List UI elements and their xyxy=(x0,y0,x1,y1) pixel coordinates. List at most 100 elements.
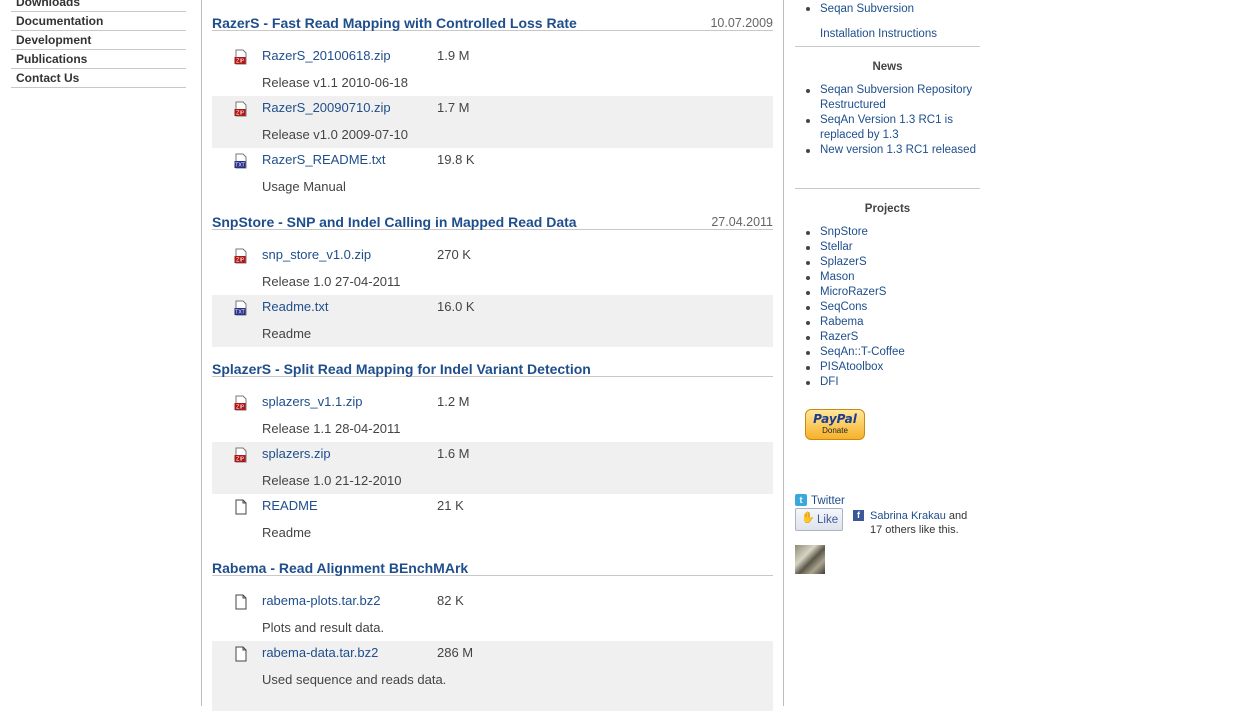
project-link[interactable]: DFI xyxy=(820,376,839,388)
thumbs-up-icon: ✋ xyxy=(801,512,815,524)
file-size: 1.7 M xyxy=(437,100,470,115)
left-navigation: Downloads Documentation Development Publ… xyxy=(11,0,186,88)
install-links: Installation Instructions xyxy=(795,26,980,42)
file-size: 270 K xyxy=(437,247,471,262)
txt-icon: TXT xyxy=(234,300,247,316)
file-download-link[interactable]: README xyxy=(262,498,318,513)
file-download-link[interactable]: rabema-plots.tar.bz2 xyxy=(262,593,381,608)
project-link[interactable]: PISAtoolbox xyxy=(820,361,883,373)
project-link[interactable]: SnpStore xyxy=(820,226,868,238)
content-left-border xyxy=(201,0,202,706)
file-row: README 21 K Readme xyxy=(212,494,773,546)
file-description: Readme xyxy=(262,525,312,540)
twitter-link[interactable]: Twitter xyxy=(811,494,845,508)
project-link[interactable]: SeqAn::T-Coffee xyxy=(820,346,905,358)
link[interactable]: Installation Instructions xyxy=(820,28,937,40)
project-link[interactable]: Mason xyxy=(820,271,855,283)
svg-text:ZIP: ZIP xyxy=(236,59,244,65)
file-icon xyxy=(235,499,247,515)
twitter-icon: t xyxy=(795,494,807,506)
file-description: Release 1.1 28-04-2011 xyxy=(262,421,401,436)
nav-publications[interactable]: Publications xyxy=(11,50,186,69)
donate-label: Donate xyxy=(822,426,848,435)
facebook-like-button[interactable]: ✋ Like xyxy=(795,508,843,531)
file-download-link[interactable]: RazerS_20100618.zip xyxy=(262,48,391,63)
facebook-like-text: Sabrina Krakau and 17 others like this. xyxy=(870,509,980,537)
section-header: SnpStore - SNP and Indel Calling in Mapp… xyxy=(212,209,773,230)
file-description: Readme xyxy=(262,326,312,341)
content-right-border xyxy=(783,0,784,706)
news-item: SeqAn Version 1.3 RC1 is replaced by 1.3 xyxy=(795,113,980,143)
zip-icon: ZIP xyxy=(234,447,247,463)
file-download-link[interactable]: RazerS_20090710.zip xyxy=(262,100,391,115)
file-row: ZIP RazerS_20100618.zip 1.9 M Release v1… xyxy=(212,44,773,96)
project-item: Stellar xyxy=(795,240,980,255)
project-link[interactable]: SeqCons xyxy=(820,301,867,313)
facebook-friend-link[interactable]: Sabrina Krakau xyxy=(870,510,946,522)
nav-downloads[interactable]: Downloads xyxy=(11,0,186,12)
project-link[interactable]: MicroRazerS xyxy=(820,286,886,298)
file-description: Used sequence and reads data. xyxy=(262,672,447,687)
project-link[interactable]: Rabema xyxy=(820,316,863,328)
news-item: New version 1.3 RC1 released xyxy=(795,143,980,158)
section-date: 10.07.2009 xyxy=(710,16,773,30)
section-title: SplazerS - Split Read Mapping for Indel … xyxy=(212,361,591,377)
section-title: RazerS - Fast Read Mapping with Controll… xyxy=(212,15,577,31)
file-download-link[interactable]: rabema-data.tar.bz2 xyxy=(262,645,378,660)
file-size: 16.0 K xyxy=(437,299,475,314)
file-icon xyxy=(235,594,247,610)
link[interactable]: Seqan Subversion xyxy=(820,3,914,15)
project-item: Mason xyxy=(795,270,980,285)
paypal-donate-button[interactable]: PayPal Donate xyxy=(805,409,865,440)
project-link[interactable]: SplazerS xyxy=(820,256,867,268)
svg-text:ZIP: ZIP xyxy=(236,405,244,411)
news-link[interactable]: Seqan Subversion Repository Restructured xyxy=(820,84,972,111)
facebook-icon: f xyxy=(853,510,864,521)
divider xyxy=(795,46,980,47)
avatar[interactable] xyxy=(795,545,825,574)
file-size: 286 M xyxy=(437,645,474,660)
svg-text:TXT: TXT xyxy=(234,310,245,316)
news-link[interactable]: SeqAn Version 1.3 RC1 is replaced by 1.3 xyxy=(820,114,953,141)
nav-documentation[interactable]: Documentation xyxy=(11,12,186,31)
projects-heading: Projects xyxy=(864,203,911,215)
zip-icon: ZIP xyxy=(234,49,247,65)
file-description: Usage Manual xyxy=(262,179,346,194)
nav-contact-us[interactable]: Contact Us xyxy=(11,69,186,88)
file-icon xyxy=(235,646,247,662)
file-download-link[interactable]: splazers_v1.1.zip xyxy=(262,394,362,409)
project-item: MicroRazerS xyxy=(795,285,980,300)
file-description: Release 1.0 21-12-2010 xyxy=(262,473,402,488)
file-row: rabema-plots.tar.bz2 82 K Plots and resu… xyxy=(212,589,773,641)
project-item: PISAtoolbox xyxy=(795,360,980,375)
project-item: RazerS xyxy=(795,330,980,345)
project-link[interactable]: RazerS xyxy=(820,331,858,343)
file-row: TXT RazerS_README.txt 19.8 K Usage Manua… xyxy=(212,148,773,200)
file-description: Release v1.1 2010-06-18 xyxy=(262,75,408,90)
zip-icon: ZIP xyxy=(234,248,247,264)
file-download-link[interactable]: Readme.txt xyxy=(262,299,328,314)
project-item: SnpStore xyxy=(795,225,980,240)
file-download-link[interactable]: snp_store_v1.0.zip xyxy=(262,247,371,262)
svg-text:ZIP: ZIP xyxy=(236,111,244,117)
file-size: 19.8 K xyxy=(437,152,475,167)
file-row: ZIP splazers_v1.1.zip 1.2 M Release 1.1 … xyxy=(212,390,773,442)
project-item: DFI xyxy=(795,375,980,390)
section-header: SplazerS - Split Read Mapping for Indel … xyxy=(212,356,773,377)
svg-text:TXT: TXT xyxy=(234,163,245,169)
section-title: Rabema - Read Alignment BEnchMArk xyxy=(212,560,469,576)
file-row: ZIP snp_store_v1.0.zip 270 K Release 1.0… xyxy=(212,243,773,295)
project-item: SeqAn::T-Coffee xyxy=(795,345,980,360)
news-link[interactable]: New version 1.3 RC1 released xyxy=(820,144,976,156)
svg-text:ZIP: ZIP xyxy=(236,258,244,264)
project-link[interactable]: Stellar xyxy=(820,241,853,253)
nav-development[interactable]: Development xyxy=(11,31,186,50)
file-download-link[interactable]: splazers.zip xyxy=(262,446,331,461)
svg-text:ZIP: ZIP xyxy=(236,457,244,463)
news-list: Seqan Subversion Repository Restructured… xyxy=(795,83,980,158)
fb-text-others: 17 others like this. xyxy=(870,524,959,536)
zip-icon: ZIP xyxy=(234,395,247,411)
project-item: SplazerS xyxy=(795,255,980,270)
file-download-link[interactable]: RazerS_README.txt xyxy=(262,152,386,167)
txt-icon: TXT xyxy=(234,153,247,169)
